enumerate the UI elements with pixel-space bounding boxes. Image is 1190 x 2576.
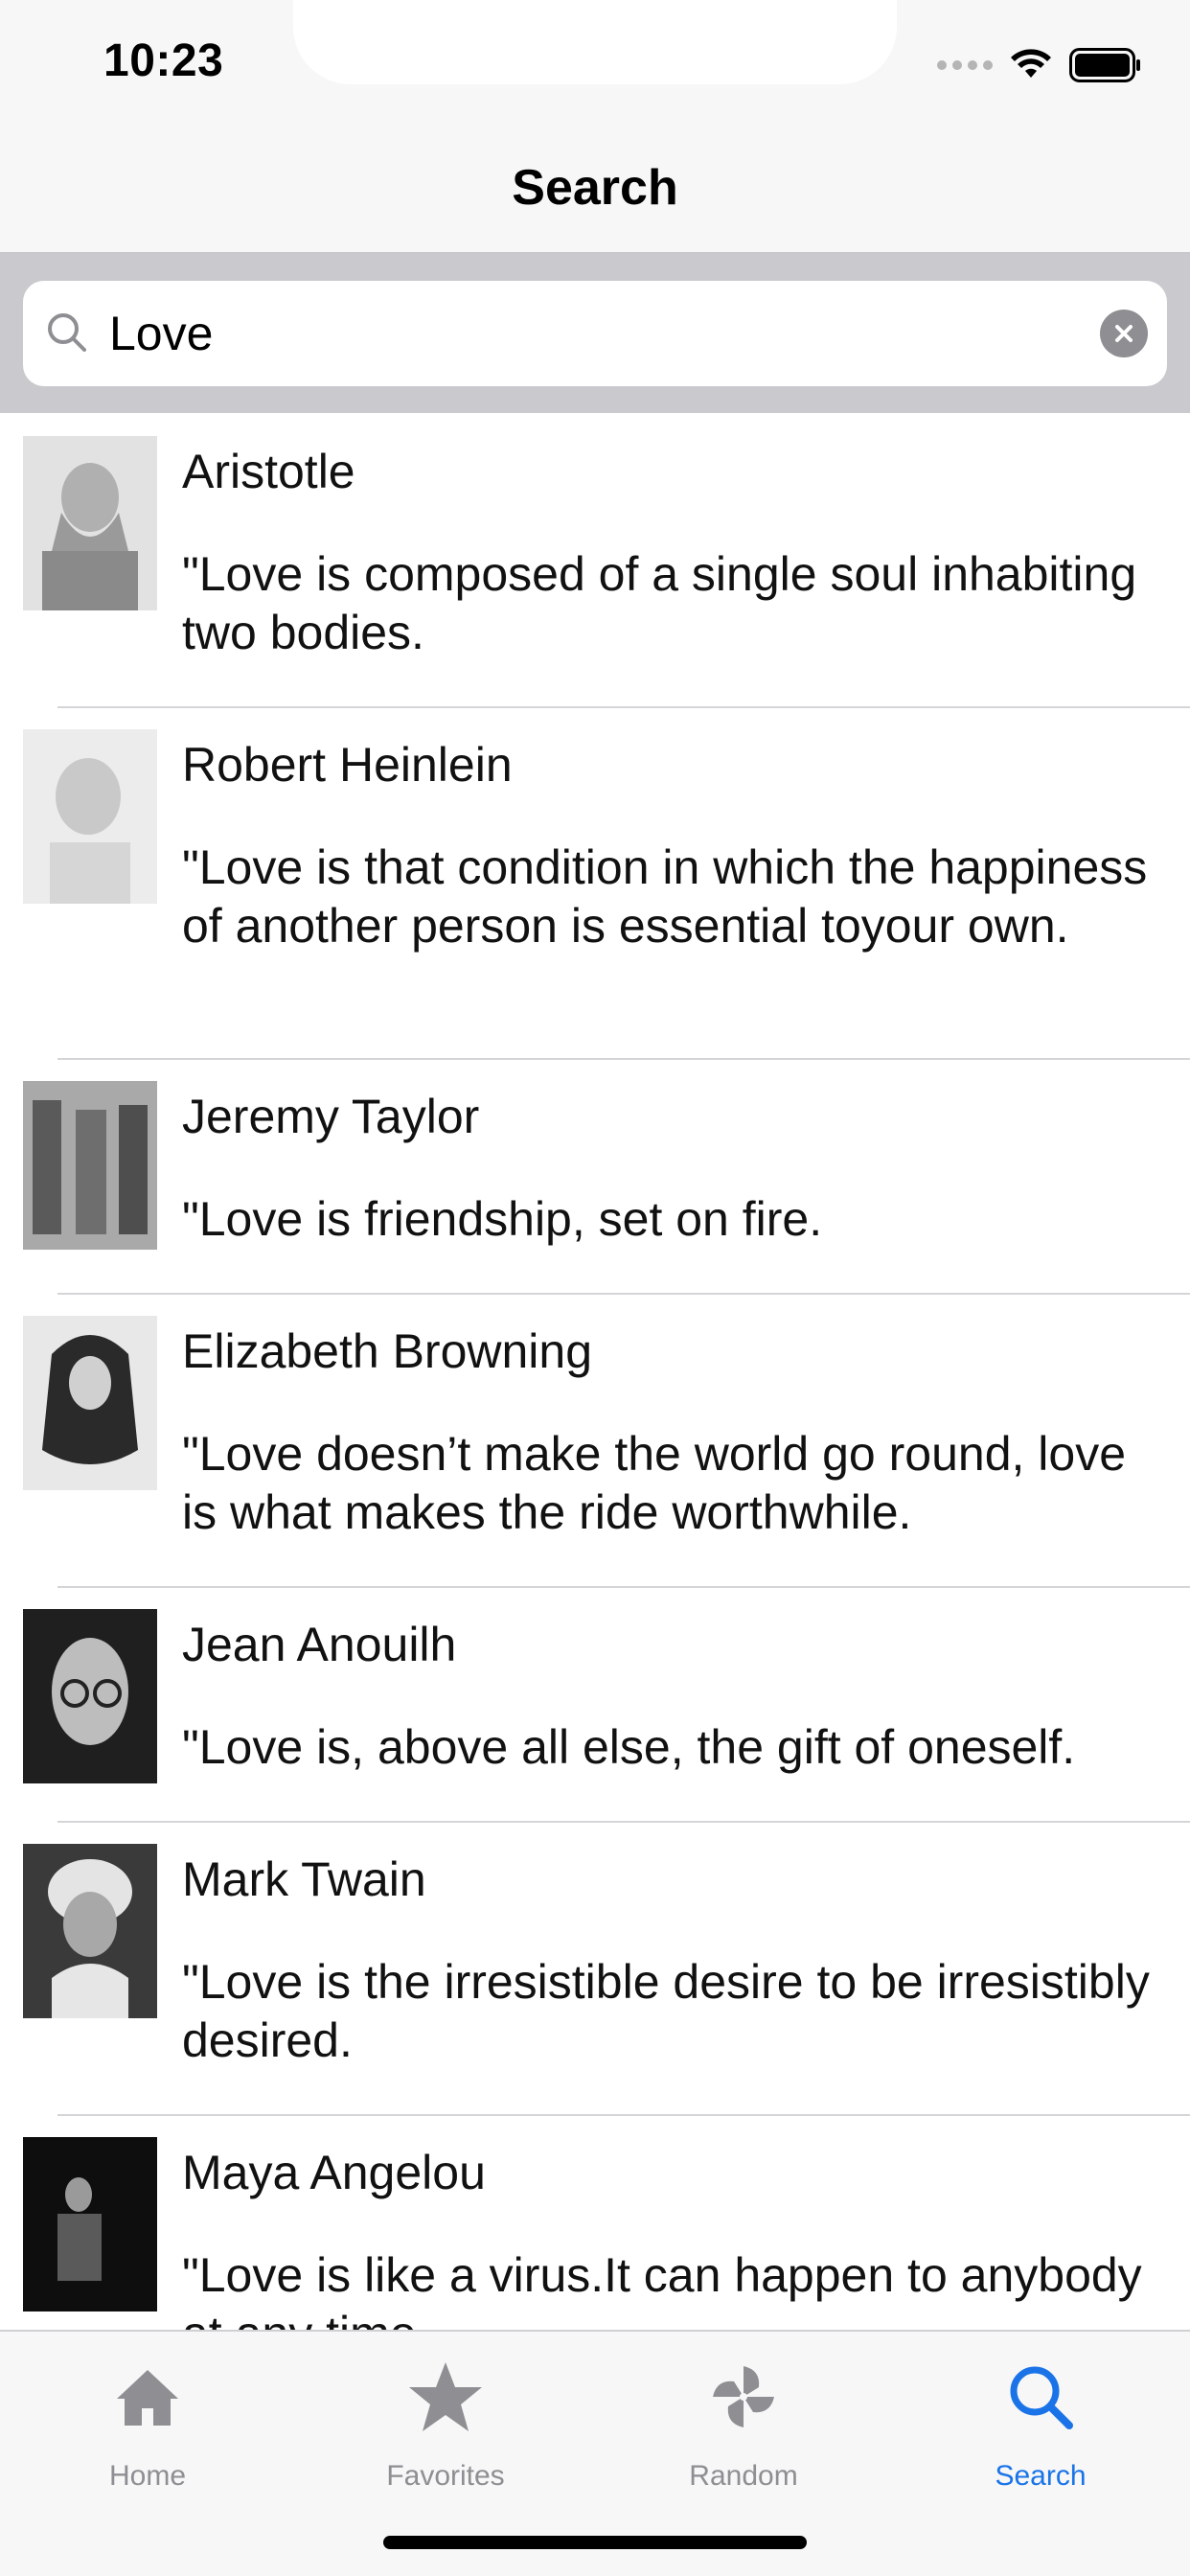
search-field[interactable] bbox=[23, 281, 1167, 386]
tab-random[interactable]: Random bbox=[648, 2353, 839, 2496]
cellular-signal-icon bbox=[937, 60, 993, 70]
tab-label: Search bbox=[995, 2460, 1087, 2492]
author-name: Jean Anouilh bbox=[182, 1618, 457, 1671]
search-input[interactable] bbox=[109, 300, 1067, 367]
status-icons bbox=[937, 46, 1142, 84]
author-portrait bbox=[23, 1316, 157, 1490]
tab-favorites[interactable]: Favorites bbox=[350, 2353, 541, 2496]
author-name: Maya Angelou bbox=[182, 2146, 486, 2199]
battery-icon bbox=[1069, 48, 1140, 82]
tab-label: Random bbox=[689, 2460, 798, 2492]
status-time: 10:23 bbox=[103, 35, 224, 86]
quote-text: "Love is, above all else, the gift of on… bbox=[182, 1720, 1076, 1774]
author-portrait bbox=[23, 2137, 157, 2312]
quote-text: "Love is like a virus.It can happen to a… bbox=[182, 2248, 1142, 2330]
tab-search[interactable]: Search bbox=[945, 2353, 1136, 2496]
quote-text: "Love doesn’t make the world go round, l… bbox=[182, 1427, 1127, 1539]
quote-text: "Love is that condition in which the hap… bbox=[182, 840, 1148, 953]
author-portrait bbox=[23, 729, 157, 904]
tab-label: Favorites bbox=[386, 2460, 505, 2492]
author-portrait bbox=[23, 1609, 157, 1783]
device-notch bbox=[293, 0, 897, 84]
home-indicator[interactable] bbox=[383, 2536, 807, 2549]
list-item[interactable]: Elizabeth Browning "Love doesn’t make th… bbox=[0, 1295, 1190, 1588]
clear-search-button[interactable] bbox=[1100, 310, 1148, 357]
author-name: Mark Twain bbox=[182, 1852, 426, 1906]
list-item[interactable]: Mark Twain "Love is the irresistible des… bbox=[0, 1823, 1190, 2116]
star-icon bbox=[409, 2362, 482, 2431]
tab-home[interactable]: Home bbox=[52, 2353, 243, 2496]
author-portrait bbox=[23, 436, 157, 610]
navigation-bar: 10:23 Search bbox=[0, 0, 1190, 254]
close-icon bbox=[1115, 325, 1133, 342]
author-name: Aristotle bbox=[182, 445, 355, 498]
pinwheel-icon bbox=[713, 2366, 774, 2427]
list-item[interactable]: Jeremy Taylor "Love is friendship, set o… bbox=[0, 1060, 1190, 1295]
results-list[interactable]: Aristotle "Love is composed of a single … bbox=[0, 415, 1190, 2330]
page-title: Search bbox=[512, 160, 678, 216]
author-name: Elizabeth Browning bbox=[182, 1324, 593, 1378]
quote-text: "Love is friendship, set on fire. bbox=[182, 1192, 823, 1246]
wifi-icon bbox=[1011, 49, 1051, 78]
list-item[interactable]: Maya Angelou "Love is like a virus.It ca… bbox=[0, 2116, 1190, 2330]
list-item[interactable]: Jean Anouilh "Love is, above all else, t… bbox=[0, 1588, 1190, 1823]
list-item[interactable]: Aristotle "Love is composed of a single … bbox=[0, 415, 1190, 708]
author-portrait bbox=[23, 1081, 157, 1250]
list-item[interactable]: Robert Heinlein "Love is that condition … bbox=[0, 708, 1190, 1060]
search-icon bbox=[48, 313, 86, 352]
magnifier-icon bbox=[1010, 2366, 1073, 2429]
house-icon bbox=[117, 2370, 178, 2426]
tab-label: Home bbox=[108, 2460, 187, 2492]
author-portrait bbox=[23, 1844, 157, 2018]
quote-text: "Love is composed of a single soul inhab… bbox=[182, 547, 1137, 659]
author-name: Robert Heinlein bbox=[182, 738, 513, 792]
author-name: Jeremy Taylor bbox=[182, 1090, 480, 1143]
quote-text: "Love is the irresistible desire to be i… bbox=[182, 1955, 1150, 2067]
search-bar bbox=[0, 254, 1190, 413]
